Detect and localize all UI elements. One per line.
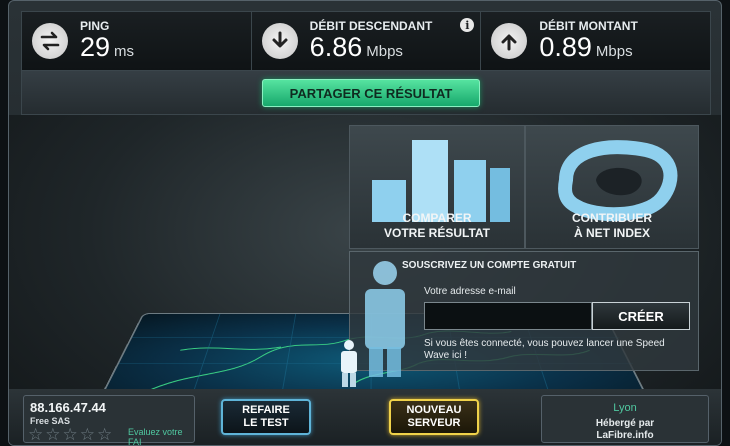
contribute-panel[interactable]: CONTRIBUER À NET INDEX <box>525 125 699 249</box>
share-band: PARTAGER CE RÉSULTAT <box>21 71 711 115</box>
email-input[interactable] <box>424 302 592 330</box>
upload-value: 0.89 <box>539 32 592 63</box>
rate-isp-label: Evaluez votre FAI <box>128 427 183 446</box>
star-icon[interactable]: ☆ <box>97 426 112 443</box>
compare-panel[interactable]: COMPARER VOTRE RÉSULTAT <box>349 125 525 249</box>
info-icon[interactable]: i <box>460 18 475 32</box>
bottom-bar: 88.166.47.44 Free SAS ☆ ☆ ☆ ☆ ☆ Evaluez … <box>9 389 721 446</box>
hosted-by: Hébergé par LaFibre.info <box>542 418 708 441</box>
signup-title: SOUSCRIVEZ UN COMPTE GRATUIT <box>402 260 577 271</box>
ping-unit: ms <box>114 43 135 61</box>
download-value: 6.86 <box>309 32 363 63</box>
star-icon[interactable]: ☆ <box>80 426 95 443</box>
new-server-button[interactable]: NOUVEAU SERVEUR <box>389 399 479 435</box>
upload-label: DÉBIT MONTANT <box>539 19 638 34</box>
star-icon[interactable]: ☆ <box>45 426 60 443</box>
rate-isp-line-2: FAI <box>128 436 142 446</box>
retest-button[interactable]: REFAIRE LE TEST <box>221 399 311 435</box>
upload-metric: DÉBIT MONTANT 0.89 Mbps <box>481 12 710 70</box>
compare-line-1: COMPARER <box>402 211 472 226</box>
metrics-bar: PING 29 ms DÉBIT DESCENDANT 6.86 Mbps i DÉ… <box>21 11 711 71</box>
retest-line-1: REFAIRE <box>242 404 290 417</box>
compare-line-2: VOTRE RÉSULTAT <box>384 225 490 240</box>
ip-address: 88.166.47.44 <box>30 400 106 415</box>
retest-line-2: LE TEST <box>243 417 289 429</box>
share-result-button[interactable]: PARTAGER CE RÉSULTAT <box>262 79 480 107</box>
contribute-line-1: CONTRIBUER <box>572 211 652 226</box>
create-account-button[interactable]: CRÉER <box>592 302 690 330</box>
hosted-line-2: LaFibre.info <box>596 429 654 441</box>
client-info: 88.166.47.44 Free SAS ☆ ☆ ☆ ☆ ☆ Evaluez … <box>23 395 195 446</box>
ping-value: 29 <box>80 32 111 63</box>
speedtest-app: PING 29 ms DÉBIT DESCENDANT 6.86 Mbps i DÉ… <box>8 0 722 446</box>
hosted-line-1: Hébergé par <box>595 418 655 429</box>
download-arrow-icon <box>261 23 298 59</box>
download-label: DÉBIT DESCENDANT <box>309 19 433 34</box>
server-figure-icon <box>341 340 357 387</box>
star-icon[interactable]: ☆ <box>63 426 78 443</box>
upload-unit: Mbps <box>595 43 633 61</box>
server-info: Lyon Hébergé par LaFibre.info <box>541 395 709 443</box>
ping-arrows-icon <box>32 23 68 59</box>
upload-arrow-icon <box>491 23 528 59</box>
download-metric: DÉBIT DESCENDANT 6.86 Mbps i <box>252 12 482 70</box>
server-line-2: SERVEUR <box>407 417 461 429</box>
email-label: Votre adresse e-mail <box>424 286 516 297</box>
isp-rating-stars[interactable]: ☆ ☆ ☆ ☆ ☆ <box>28 426 112 443</box>
download-unit: Mbps <box>366 43 403 61</box>
user-figure-icon <box>365 261 405 377</box>
contribute-line-2: À NET INDEX <box>573 225 650 240</box>
ping-label: PING <box>80 19 110 34</box>
server-line-1: NOUVEAU <box>406 404 462 417</box>
speed-wave-note: Si vous êtes connecté, vous pouvez lance… <box>424 338 665 361</box>
server-city: Lyon <box>613 402 637 414</box>
star-icon[interactable]: ☆ <box>28 426 43 443</box>
ping-metric: PING 29 ms <box>22 12 252 70</box>
